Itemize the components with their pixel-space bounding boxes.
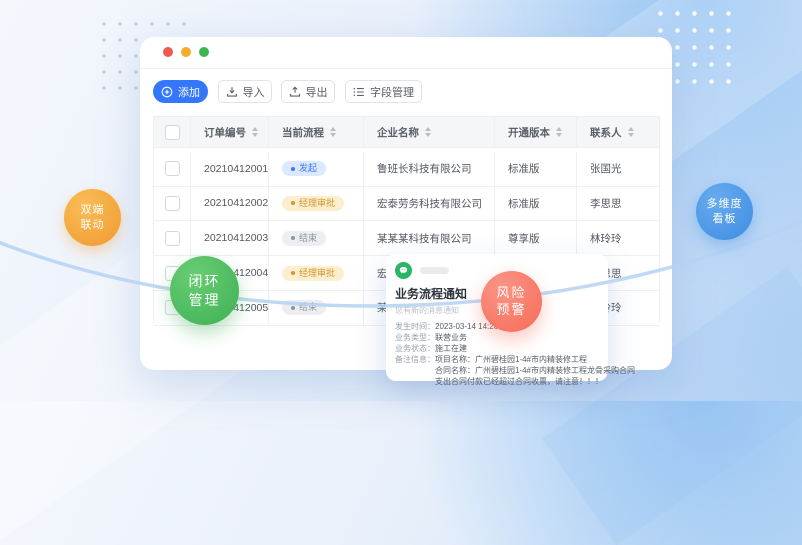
export-button[interactable]: 导出: [281, 80, 335, 103]
contact-cell: 李思思: [577, 187, 659, 222]
select-all-cell: [154, 117, 191, 148]
import-button[interactable]: 导入: [218, 80, 272, 103]
company-cell: 鲁班长科技有限公司: [364, 152, 495, 187]
column-header-label: 当前流程: [282, 125, 324, 140]
arrow-down-tray-icon: [226, 86, 238, 98]
column-header-flow[interactable]: 当前流程: [269, 117, 364, 148]
sort-icon[interactable]: [628, 127, 634, 137]
field-label: 备注信息：: [395, 354, 435, 365]
notification-field: 支出合同付款已经超过合同收票，请注意！！！: [395, 376, 599, 387]
order-cell: 20210412001: [191, 152, 269, 187]
contact-cell: 林玲玲: [577, 221, 659, 256]
bubble-text-line: 风险: [496, 285, 526, 302]
toolbar: 添加 导入 导出: [153, 80, 422, 103]
notification-fields: 发生时间： 2023-03-14 14:26 业务类型： 联营业务 业务状态： …: [395, 321, 599, 387]
flow-badge: 经理审批: [282, 266, 344, 281]
company-cell: 某某某科技有限公司: [364, 221, 495, 256]
field-value: 合同名称：广州碧桂园1-4#市内精装修工程龙骨采购合同: [435, 365, 635, 376]
sort-icon[interactable]: [252, 127, 258, 137]
order-cell: 20210412002: [191, 187, 269, 222]
version-cell: 尊享版: [495, 221, 577, 256]
column-header-order[interactable]: 订单编号: [191, 117, 269, 148]
window-close-dot-icon: [163, 47, 173, 57]
feature-bubble-multi-dashboard: 多维度 看板: [696, 183, 753, 240]
screenshot-stage: 添加 导入 导出: [0, 0, 802, 401]
flow-badge: 发起: [282, 161, 326, 176]
field-manage-button-label: 字段管理: [370, 84, 414, 100]
version-cell: 标准版: [495, 187, 577, 222]
window-maximize-dot-icon: [199, 47, 209, 57]
notification-field: 合同名称：广州碧桂园1-4#市内精装修工程龙骨采购合同: [395, 365, 599, 376]
row-checkbox[interactable]: [165, 231, 180, 246]
row-checkbox[interactable]: [165, 161, 180, 176]
bubble-text-line: 预警: [496, 302, 526, 319]
bubble-text-line: 多维度: [707, 197, 743, 211]
wechat-icon: [395, 262, 412, 279]
column-header-label: 企业名称: [377, 125, 419, 140]
field-label: [395, 365, 435, 376]
field-value: 施工在建: [435, 343, 467, 354]
feature-bubble-risk-warning: 风险 预警: [481, 271, 542, 332]
field-value: 项目名称：广州碧桂园1-4#市内精装修工程: [435, 354, 587, 365]
select-all-checkbox[interactable]: [165, 125, 180, 140]
column-header-label: 订单编号: [204, 125, 246, 140]
row-checkbox-cell: [154, 187, 191, 222]
row-checkbox-cell: [154, 152, 191, 187]
add-button-label: 添加: [178, 84, 200, 100]
flow-badge: 结束: [282, 300, 326, 315]
version-cell: 标准版: [495, 152, 577, 187]
company-cell: 宏泰劳务科技有限公司: [364, 187, 495, 222]
column-header-version[interactable]: 开通版本: [495, 117, 577, 148]
export-button-label: 导出: [306, 84, 328, 100]
sort-icon[interactable]: [425, 127, 431, 137]
flow-badge: 经理审批: [282, 196, 344, 211]
column-header-label: 联系人: [590, 125, 622, 140]
flow-badge: 结束: [282, 231, 326, 246]
add-button[interactable]: 添加: [153, 80, 208, 103]
row-checkbox[interactable]: [165, 196, 180, 211]
bubble-text-line: 双端: [81, 203, 105, 217]
field-manage-button[interactable]: 字段管理: [345, 80, 422, 103]
column-header-company[interactable]: 企业名称: [364, 117, 495, 148]
notification-field: 备注信息： 项目名称：广州碧桂园1-4#市内精装修工程: [395, 354, 599, 365]
bubble-text-line: 看板: [713, 212, 737, 226]
contact-cell: 张国光: [577, 152, 659, 187]
field-label: 业务类型：: [395, 332, 435, 343]
flow-cell: 经理审批: [269, 187, 364, 222]
flow-cell: 发起: [269, 152, 364, 187]
list-icon: [353, 86, 365, 98]
feature-bubble-closed-loop: 闭环 管理: [170, 256, 239, 325]
feature-bubble-dual-linkage: 双端 联动: [64, 189, 121, 246]
field-value: 支出合同付款已经超过合同收票，请注意！！！: [435, 376, 603, 387]
bubble-text-line: 管理: [189, 291, 221, 309]
titlebar-divider: [140, 68, 672, 69]
notification-placeholder-bar: [420, 267, 449, 274]
column-header-contact[interactable]: 联系人: [577, 117, 659, 148]
window-minimize-dot-icon: [181, 47, 191, 57]
field-label: 发生时间：: [395, 321, 435, 332]
row-checkbox-cell: [154, 221, 191, 256]
sort-icon[interactable]: [556, 127, 562, 137]
bubble-text-line: 闭环: [189, 272, 221, 290]
column-header-label: 开通版本: [508, 125, 550, 140]
notification-field: 业务状态： 施工在建: [395, 343, 599, 354]
sort-icon[interactable]: [330, 127, 336, 137]
bubble-text-line: 联动: [81, 218, 105, 232]
window-controls: [163, 47, 209, 57]
plus-circle-icon: [161, 86, 173, 98]
notification-field: 业务类型： 联营业务: [395, 332, 599, 343]
flow-cell: 结束: [269, 291, 364, 326]
order-cell: 20210412003: [191, 221, 269, 256]
arrow-up-tray-icon: [289, 86, 301, 98]
flow-cell: 结束: [269, 221, 364, 256]
field-value: 联营业务: [435, 332, 467, 343]
import-button-label: 导入: [243, 84, 265, 100]
field-label: 业务状态：: [395, 343, 435, 354]
flow-cell: 经理审批: [269, 256, 364, 291]
field-label: [395, 376, 435, 387]
